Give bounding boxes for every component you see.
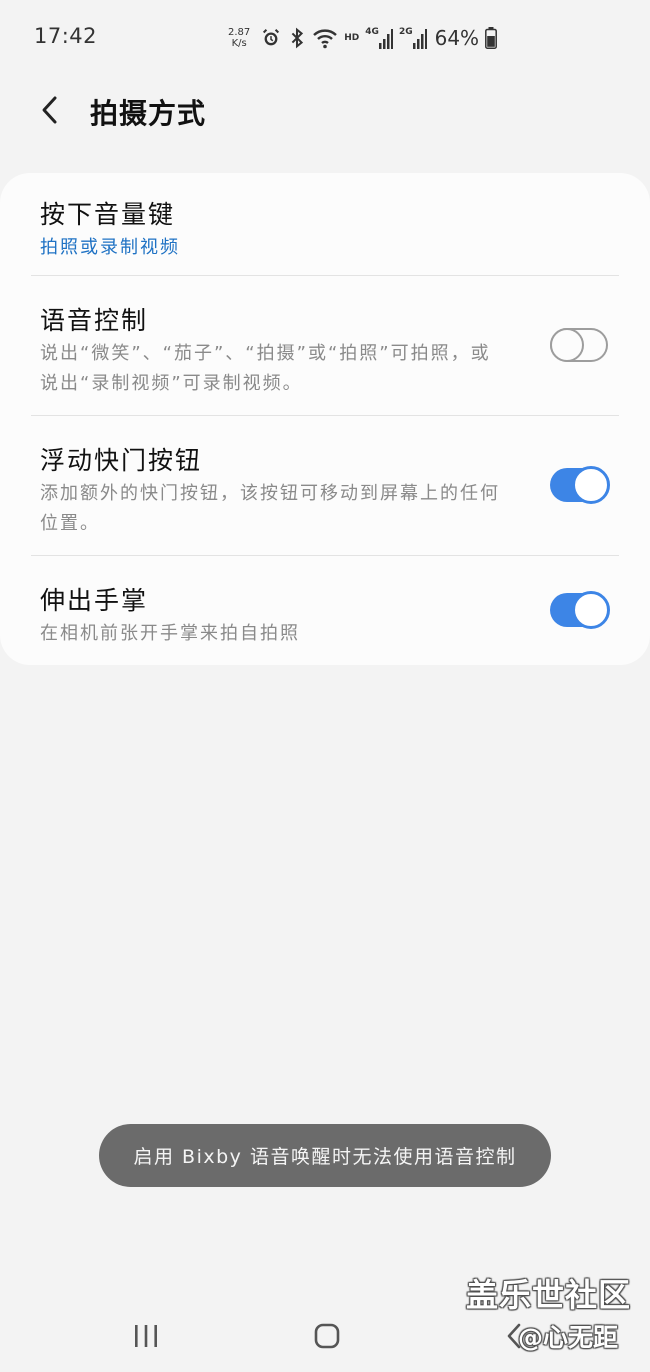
toggle-knob xyxy=(572,591,610,629)
toggle-knob xyxy=(572,466,610,504)
toggle-knob xyxy=(550,328,584,362)
setting-title: 伸出手掌 xyxy=(40,586,149,615)
setting-title: 浮动快门按钮 xyxy=(40,446,203,475)
status-icons: 2.87 K/s HD 4G 2G 64% xyxy=(228,22,497,54)
home-button[interactable] xyxy=(307,1318,347,1358)
back-arrow-icon xyxy=(39,95,61,129)
setting-description: 说出“微笑”、“茄子”、“拍摄”或“拍照”可拍照，或说出“录制视频”可录制视频。 xyxy=(40,343,491,394)
settings-card: 按下音量键 拍照或录制视频 语音控制 说出“微笑”、“茄子”、“拍摄”或“拍照”… xyxy=(0,173,650,665)
setting-description: 在相机前张开手掌来拍自拍照 xyxy=(40,623,300,644)
toast-text: 启用 Bixby 语音唤醒时无法使用语音控制 xyxy=(133,1146,517,1168)
bluetooth-icon xyxy=(288,27,306,49)
floating-shutter-toggle[interactable] xyxy=(550,466,610,504)
voice-control-toggle[interactable] xyxy=(550,328,608,362)
back-button[interactable] xyxy=(28,90,72,134)
toast-message: 启用 Bixby 语音唤醒时无法使用语音控制 xyxy=(99,1124,551,1187)
setting-value: 拍照或录制视频 xyxy=(40,237,180,258)
watermark-author: @心无距 xyxy=(518,1323,619,1352)
network-speed: 2.87 K/s xyxy=(228,27,250,49)
divider xyxy=(31,415,619,416)
signal-bars-icon xyxy=(378,28,393,49)
battery-icon xyxy=(485,27,497,49)
alarm-icon xyxy=(260,27,282,49)
divider xyxy=(31,275,619,276)
page-title: 拍摄方式 xyxy=(90,97,207,130)
screen: 17:42 2.87 K/s HD 4G 2G 64% 拍摄方式 按下音量键 拍… xyxy=(0,0,650,1372)
signal-bars-icon xyxy=(412,28,427,49)
hd-label: HD xyxy=(344,32,360,43)
home-icon xyxy=(313,1322,341,1354)
setting-title: 按下音量键 xyxy=(40,200,176,229)
battery-percent: 64% xyxy=(434,26,480,50)
divider xyxy=(31,555,619,556)
palm-toggle[interactable] xyxy=(550,591,610,629)
recent-apps-icon xyxy=(132,1323,160,1353)
status-bar: 17:42 2.87 K/s HD 4G 2G 64% xyxy=(0,0,650,78)
network-speed-unit: K/s xyxy=(231,38,247,49)
setting-description: 添加额外的快门按钮，该按钮可移动到屏幕上的任何位置。 xyxy=(40,483,500,534)
status-time: 17:42 xyxy=(34,24,98,48)
4g-label: 4G xyxy=(365,26,379,37)
network-speed-value: 2.87 xyxy=(228,27,251,38)
setting-title: 语音控制 xyxy=(40,306,149,335)
wifi-icon xyxy=(312,27,338,49)
header: 拍摄方式 xyxy=(0,78,650,142)
signal-2g: 2G xyxy=(398,26,427,49)
setting-volume-key[interactable]: 按下音量键 拍照或录制视频 xyxy=(0,195,650,263)
recent-apps-button[interactable] xyxy=(126,1318,166,1358)
2g-label: 2G xyxy=(398,26,413,37)
signal-4g: 4G xyxy=(365,26,393,49)
